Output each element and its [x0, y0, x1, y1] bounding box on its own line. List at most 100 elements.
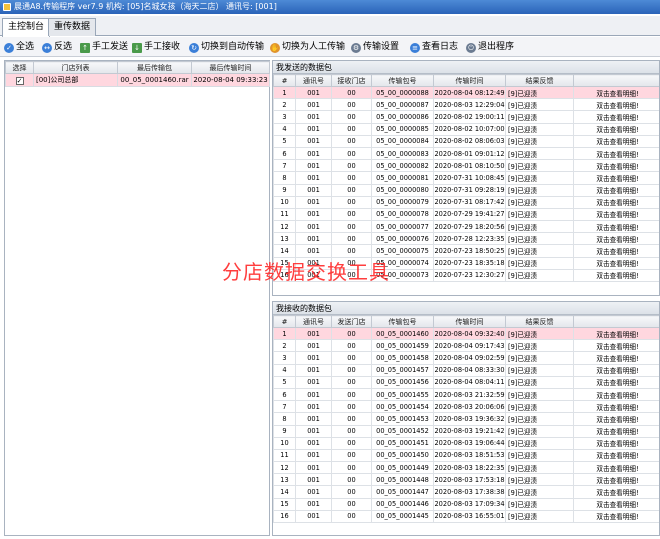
table-row[interactable]: 8 001 00 05_00_0000081 2020-07-31 10:08:45 [9…	[273, 171, 659, 185]
view-log-button[interactable]: ≡ 查看日志	[410, 39, 458, 55]
detail-link[interactable]: 双击查看明细!	[573, 485, 659, 499]
table-row[interactable]: 5 001 00 05_00_0000084 2020-08-02 08:06:03 [9…	[273, 134, 659, 148]
table-row[interactable]: 13 001 00 05_00_0000076 2020-07-28 12:23:35[…	[273, 232, 659, 246]
store-select-cell[interactable]: ✓	[5, 73, 34, 87]
exit-program-button[interactable]: ⏻ 退出程序	[466, 39, 514, 55]
detail-link[interactable]: 双击查看明细!	[573, 436, 659, 450]
detail-link[interactable]: 双击查看明细!	[573, 268, 659, 283]
detail-link[interactable]: 双击查看明细!	[573, 387, 659, 402]
table-row[interactable]: 11 001 00 00_05_0001450 2020-08-03 18:51:53[…	[273, 448, 659, 463]
column-header[interactable]: 通讯号	[295, 74, 332, 87]
table-row[interactable]: 8 001 00 00_05_0001453 2020-08-03 19:36:32 [9…	[273, 412, 659, 426]
detail-link[interactable]: 双击查看明细!	[573, 473, 659, 487]
table-row[interactable]: 6 001 00 05_00_0000083 2020-08-01 09:01:12 [9…	[273, 146, 659, 161]
table-row[interactable]: 10 001 00 05_00_0000079 2020-07-31 08:17:42[…	[273, 195, 659, 209]
column-header[interactable]: 结果反馈	[505, 74, 574, 87]
detail-link[interactable]: 双击查看明细!	[573, 400, 659, 414]
column-header[interactable]: 传输包号	[371, 315, 434, 328]
column-header[interactable]	[573, 315, 659, 328]
detail-link[interactable]: 双击查看明细!	[573, 232, 659, 246]
table-row[interactable]: 16 001 00 00_05_0001445 2020-08-03 16:55:01[…	[273, 509, 659, 524]
table-row[interactable]: 9 001 00 00_05_0001452 2020-08-03 19:21:42 [9…	[273, 424, 659, 438]
detail-link[interactable]: 双击查看明细!	[573, 134, 659, 148]
tab-retransmit-data[interactable]: 重传数据	[48, 18, 97, 36]
table-row[interactable]: 1 001 00 00_05_0001460 2020-08-04 09:32:40 [9…	[273, 326, 659, 341]
detail-link[interactable]: 双击查看明细!	[573, 122, 659, 136]
detail-link[interactable]: 双击查看明细!	[573, 244, 659, 258]
detail-link[interactable]: 双击查看明细!	[573, 509, 659, 524]
detail-link[interactable]: 双击查看明细!	[573, 461, 659, 475]
store-code: 00	[331, 134, 372, 148]
detail-link[interactable]: 双击查看明细!	[573, 256, 659, 270]
column-header[interactable]: 选择	[5, 61, 34, 74]
detail-link[interactable]: 双击查看明细!	[573, 195, 659, 209]
table-row[interactable]: 5 001 00 00_05_0001456 2020-08-04 08:04:11 [9…	[273, 375, 659, 389]
transfer-time: 2020-08-04 09:17:43	[433, 339, 506, 353]
detail-link[interactable]: 双击查看明细!	[573, 146, 659, 161]
detail-link[interactable]: 双击查看明细!	[573, 326, 659, 341]
manual-receive-button[interactable]: ↓ 手工接收	[132, 39, 180, 55]
detail-link[interactable]: 双击查看明细!	[573, 424, 659, 438]
detail-link[interactable]: 双击查看明细!	[573, 110, 659, 124]
detail-link[interactable]: 双击查看明细!	[573, 207, 659, 222]
table-row[interactable]: 12 001 00 00_05_0001449 2020-08-03 18:22:35[…	[273, 461, 659, 475]
column-header[interactable]: #	[273, 315, 296, 328]
column-header[interactable]: 最后传输时间	[191, 61, 270, 74]
manual-send-button[interactable]: ↑ 手工发送	[80, 39, 128, 55]
detail-link[interactable]: 双击查看明细!	[573, 171, 659, 185]
comm-number: 001	[295, 207, 332, 222]
column-header[interactable]: 传输时间	[433, 74, 506, 87]
invert-select-button[interactable]: ↔ 反选	[42, 39, 72, 55]
column-header[interactable]	[573, 74, 659, 87]
table-row[interactable]: 2 001 00 00_05_0001459 2020-08-04 09:17:43 [9…	[273, 339, 659, 353]
table-row[interactable]: 10 001 00 00_05_0001451 2020-08-03 19:06:44[…	[273, 436, 659, 450]
detail-link[interactable]: 双击查看明细!	[573, 363, 659, 377]
transfer-settings-button[interactable]: ⚙ 传输设置	[351, 39, 399, 55]
detail-link[interactable]: 双击查看明细!	[573, 448, 659, 463]
table-row[interactable]: 4 001 00 05_00_0000085 2020-08-02 10:07:00 [9…	[273, 122, 659, 136]
table-row[interactable]: 1 001 00 05_00_0000088 2020-08-04 08:12:49 [9…	[273, 85, 659, 100]
transfer-time: 2020-08-04 09:32:40	[433, 326, 506, 341]
detail-link[interactable]: 双击查看明细!	[573, 375, 659, 389]
table-row[interactable]: 2 001 00 05_00_0000087 2020-08-03 12:29:04 [9…	[273, 98, 659, 112]
column-header[interactable]: 最后传输包	[117, 61, 192, 74]
table-row[interactable]: 11 001 00 05_00_0000078 2020-07-29 19:41:27[…	[273, 207, 659, 222]
table-row[interactable]: 7 001 00 00_05_0001454 2020-08-03 20:06:06 [9…	[273, 400, 659, 414]
column-header[interactable]: 传输包号	[371, 74, 434, 87]
table-row[interactable]: 13 001 00 00_05_0001448 2020-08-03 17:53:18[…	[273, 473, 659, 487]
table-row[interactable]: 3 001 00 05_00_0000086 2020-08-02 19:00:11 [9…	[273, 110, 659, 124]
detail-link[interactable]: 双击查看明细!	[573, 159, 659, 173]
table-row[interactable]: 4 001 00 00_05_0001457 2020-08-04 08:33:30 [9…	[273, 363, 659, 377]
detail-link[interactable]: 双击查看明细!	[573, 497, 659, 511]
table-row[interactable]: 7 001 00 05_00_0000082 2020-08-01 08:10:50 [9…	[273, 159, 659, 173]
switch-manual-transfer-button[interactable]: ✋ 切换为人工传输	[270, 39, 345, 55]
detail-link[interactable]: 双击查看明细!	[573, 183, 659, 197]
column-header[interactable]: 门店列表	[33, 61, 118, 74]
detail-link[interactable]: 双击查看明细!	[573, 98, 659, 112]
column-header[interactable]: 通讯号	[295, 315, 332, 328]
store-checkbox[interactable]: ✓	[15, 76, 24, 85]
detail-link[interactable]: 双击查看明细!	[573, 412, 659, 426]
table-row[interactable]: 3 001 00 00_05_0001458 2020-08-04 09:02:59 [9…	[273, 351, 659, 365]
tab-main-console[interactable]: 主控制台	[2, 18, 51, 37]
column-header[interactable]: 发送门店	[331, 315, 372, 328]
select-all-button[interactable]: ✓ 全选	[4, 39, 34, 55]
detail-link[interactable]: 双击查看明细!	[573, 85, 659, 100]
table-row[interactable]: 15 001 00 00_05_0001446 2020-08-03 17:09:34[…	[273, 497, 659, 511]
received-panel-title: 我接收的数据包	[273, 302, 659, 315]
detail-link[interactable]: 双击查看明细!	[573, 220, 659, 234]
switch-auto-transfer-button[interactable]: ↻ 切换到自动传输	[189, 39, 264, 55]
table-row[interactable]: 9 001 00 05_00_0000080 2020-07-31 09:28:19 [9…	[273, 183, 659, 197]
store-row[interactable]: ✓ [00]公司总部 00_05_0001460.rar 2020-08-04 …	[5, 73, 270, 87]
table-row[interactable]: 6 001 00 00_05_0001455 2020-08-03 21:32:59 [9…	[273, 387, 659, 402]
row-number: 16	[273, 509, 296, 524]
detail-link[interactable]: 双击查看明细!	[573, 339, 659, 353]
column-header[interactable]: 结果反馈	[505, 315, 574, 328]
column-header[interactable]: #	[273, 74, 296, 87]
column-header[interactable]: 接收门店	[331, 74, 372, 87]
column-header[interactable]: 传输时间	[433, 315, 506, 328]
table-row[interactable]: 14 001 00 00_05_0001447 2020-08-03 17:38:38[…	[273, 485, 659, 499]
table-row[interactable]: 12 001 00 05_00_0000077 2020-07-29 18:20:56[…	[273, 220, 659, 234]
result-feedback: [9]已迎渍	[505, 497, 574, 511]
detail-link[interactable]: 双击查看明细!	[573, 351, 659, 365]
